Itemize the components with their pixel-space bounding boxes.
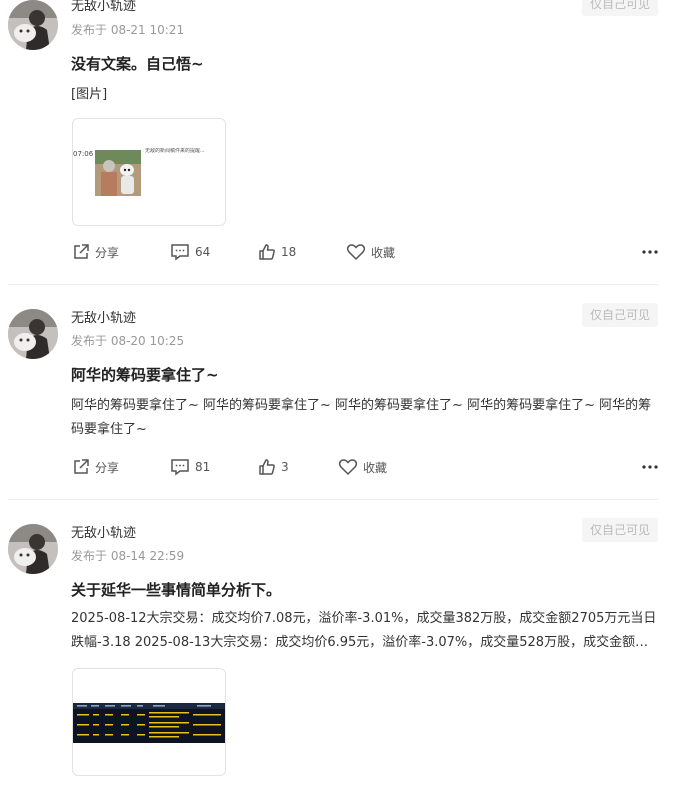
privacy-badge: 仅自己可见 — [581, 518, 658, 542]
avatar-image — [8, 524, 58, 574]
author-name[interactable]: 无敌小轨迹 — [71, 525, 136, 543]
avatar[interactable] — [8, 524, 58, 574]
post-card: 无敌小轨迹 发布于 08-14 22:59 仅自己可见 关于延华一些事情简单分析… — [0, 0, 673, 794]
thumbnail-table-image — [73, 703, 225, 743]
post-title[interactable]: 关于延华一些事情简单分析下。 — [71, 579, 281, 601]
post-body[interactable]: 2025-08-12大宗交易：成交均价7.08元，溢价率-3.01%，成交量38… — [71, 607, 661, 655]
post-image-thumbnail[interactable] — [72, 668, 226, 776]
post-time: 发布于 08-14 22:59 — [71, 549, 185, 563]
post-feed: 无敌小轨迹 发布于 08-21 10:21 仅自己可见 没有文案。自己悟~ [图… — [0, 0, 673, 794]
